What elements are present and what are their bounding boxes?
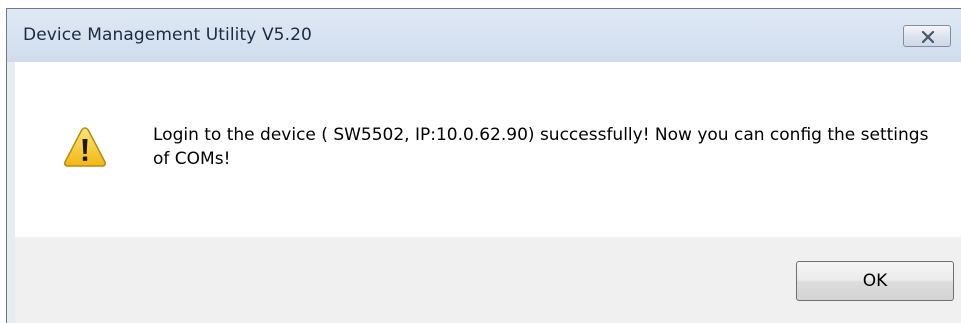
- window-title: Device Management Utility V5.20: [23, 25, 312, 45]
- close-icon: [921, 31, 935, 43]
- message-area: Login to the device ( SW5502, IP:10.0.62…: [15, 62, 961, 237]
- ok-button[interactable]: OK: [796, 261, 954, 301]
- close-button[interactable]: [903, 25, 951, 47]
- background-strip: [0, 0, 961, 8]
- title-bar[interactable]: Device Management Utility V5.20: [7, 9, 961, 62]
- dialog-message: Login to the device ( SW5502, IP:10.0.62…: [153, 125, 929, 169]
- screen: Device Management Utility V5.20 Login to…: [0, 0, 961, 323]
- dialog-window: Device Management Utility V5.20 Login to…: [6, 8, 961, 323]
- button-bar: OK: [15, 237, 961, 323]
- warning-icon: [64, 127, 106, 167]
